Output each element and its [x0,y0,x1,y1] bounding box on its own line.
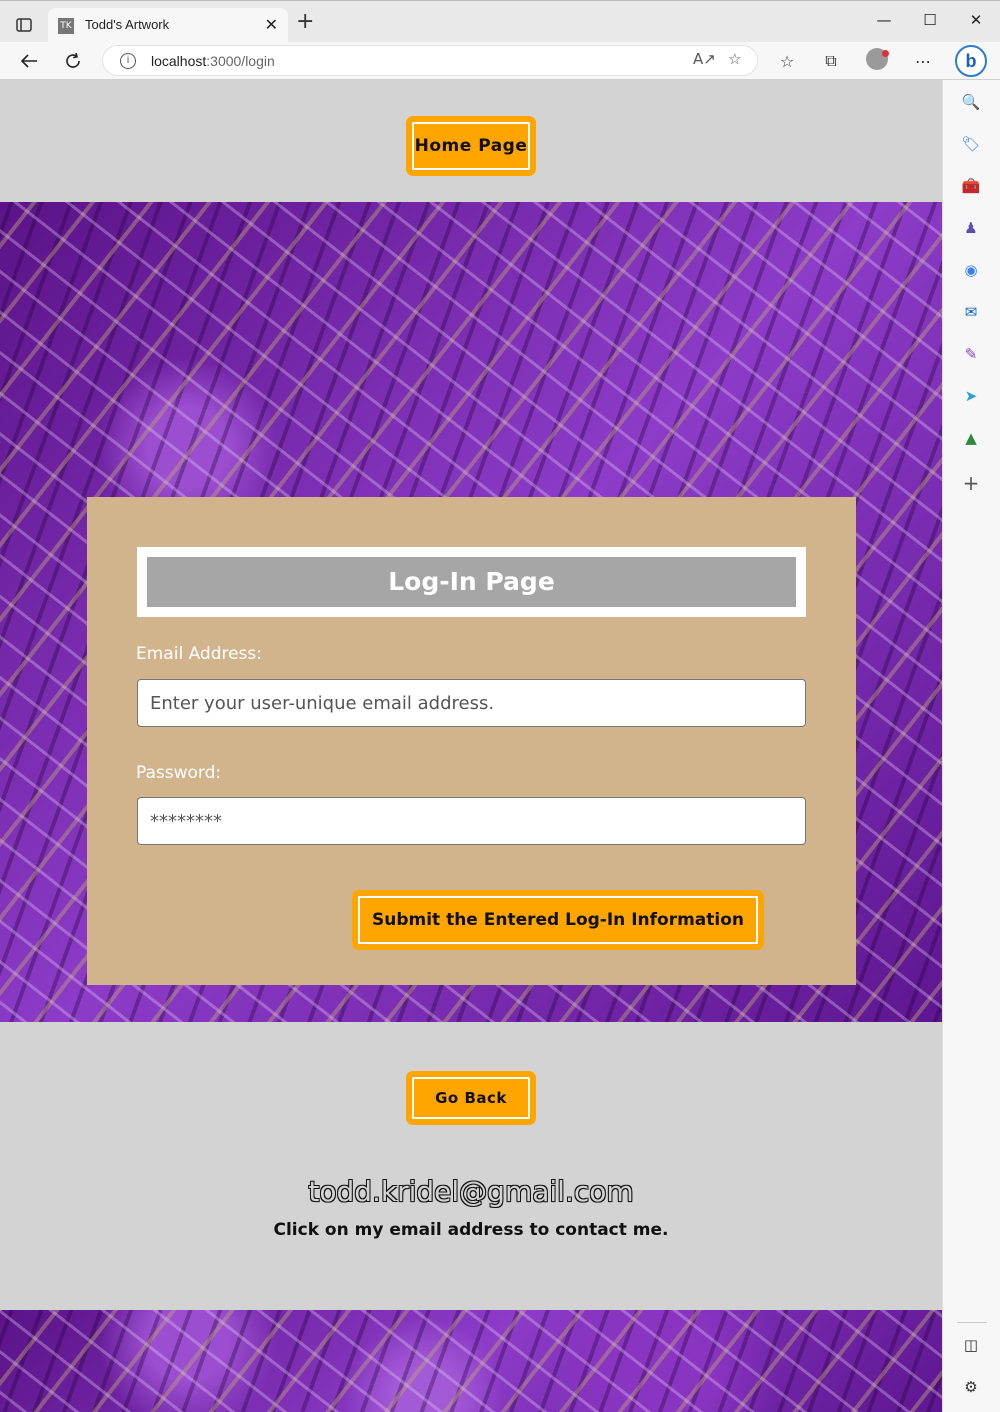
designer-icon[interactable]: ✎ [961,344,981,364]
browser-titlebar: TK Todd's Artwork ✕ + — ☐ ✕ [0,0,1000,43]
login-title: Log-In Page [147,557,796,607]
purple-texture-background: Log-In Page Email Address: Password: Sub… [0,202,942,1022]
bing-chat-icon[interactable]: b [955,45,987,77]
more-icon[interactable]: ⋯ [912,50,934,72]
collections-icon[interactable]: ⧉ [820,50,842,72]
password-label: Password: [136,763,222,783]
submit-login-button[interactable]: Submit the Entered Log-In Information [352,890,764,950]
home-page-button-label: Home Page [414,136,528,156]
login-card: Log-In Page Email Address: Password: Sub… [87,497,856,985]
read-aloud-icon[interactable]: A↗ [693,50,716,68]
outlook-icon[interactable]: ✉ [961,302,981,322]
games-icon[interactable]: ♟ [961,218,981,238]
password-field[interactable] [137,797,806,845]
new-tab-icon[interactable]: + [296,11,314,33]
notification-dot [882,50,889,57]
url-path: :3000/login [206,53,275,69]
maximize-icon[interactable]: ☐ [920,11,940,29]
contact-email-link[interactable]: todd.kridel@gmail.com [0,1175,942,1208]
sidebar-divider [957,1322,987,1323]
tab-actions-icon[interactable] [12,13,36,37]
browser-toolbar: i localhost:3000/login A↗ ☆ ☆ ⧉ ⋯ b [0,42,1000,80]
address-bar[interactable]: i localhost:3000/login A↗ ☆ [102,45,758,76]
search-icon[interactable]: 🔍 [961,92,981,112]
go-back-button[interactable]: Go Back [406,1071,536,1125]
footer-band: Go Back todd.kridel@gmail.com Click on m… [0,1022,942,1310]
browser-tab-active[interactable]: TK Todd's Artwork ✕ [48,8,288,43]
microsoft-365-icon[interactable]: ◉ [961,260,981,280]
split-screen-icon[interactable]: ◫ [961,1335,981,1355]
go-back-button-label: Go Back [435,1089,507,1107]
tab-favicon-icon: TK [58,18,74,34]
send-icon[interactable]: ➤ [961,386,981,406]
edge-sidebar: 🔍 🏷 🧰 ♟ ◉ ✉ ✎ ➤ ▲ + ◫ ⚙ [942,80,1000,1412]
header-band: Home Page [0,80,942,202]
login-title-frame: Log-In Page [137,547,806,617]
purple-texture-bottom [0,1310,942,1412]
email-label: Email Address: [136,644,262,664]
tools-icon[interactable]: 🧰 [961,176,981,196]
url-host: localhost [151,53,207,69]
shopping-tag-icon[interactable]: 🏷 [961,134,981,154]
back-arrow-icon[interactable] [17,49,41,73]
add-favorite-icon[interactable]: ☆ [728,50,741,68]
site-info-icon[interactable]: i [120,53,136,69]
page-viewport: Home Page Log-In Page Email Address: Pas… [0,80,942,1412]
minimize-icon[interactable]: — [874,11,894,29]
email-field[interactable] [137,679,806,727]
tree-icon[interactable]: ▲ [961,428,981,448]
settings-icon[interactable]: ⚙ [961,1377,981,1397]
home-page-button[interactable]: Home Page [406,116,536,176]
favorites-icon[interactable]: ☆ [776,50,798,72]
tab-title: Todd's Artwork [85,17,170,32]
url-text[interactable]: localhost:3000/login [151,53,275,69]
contact-note: Click on my email address to contact me. [273,1220,669,1240]
close-window-icon[interactable]: ✕ [966,11,986,29]
refresh-icon[interactable] [61,49,85,73]
close-tab-icon[interactable]: ✕ [265,15,278,34]
submit-login-button-label: Submit the Entered Log-In Information [371,910,745,930]
add-icon[interactable]: + [961,471,981,495]
